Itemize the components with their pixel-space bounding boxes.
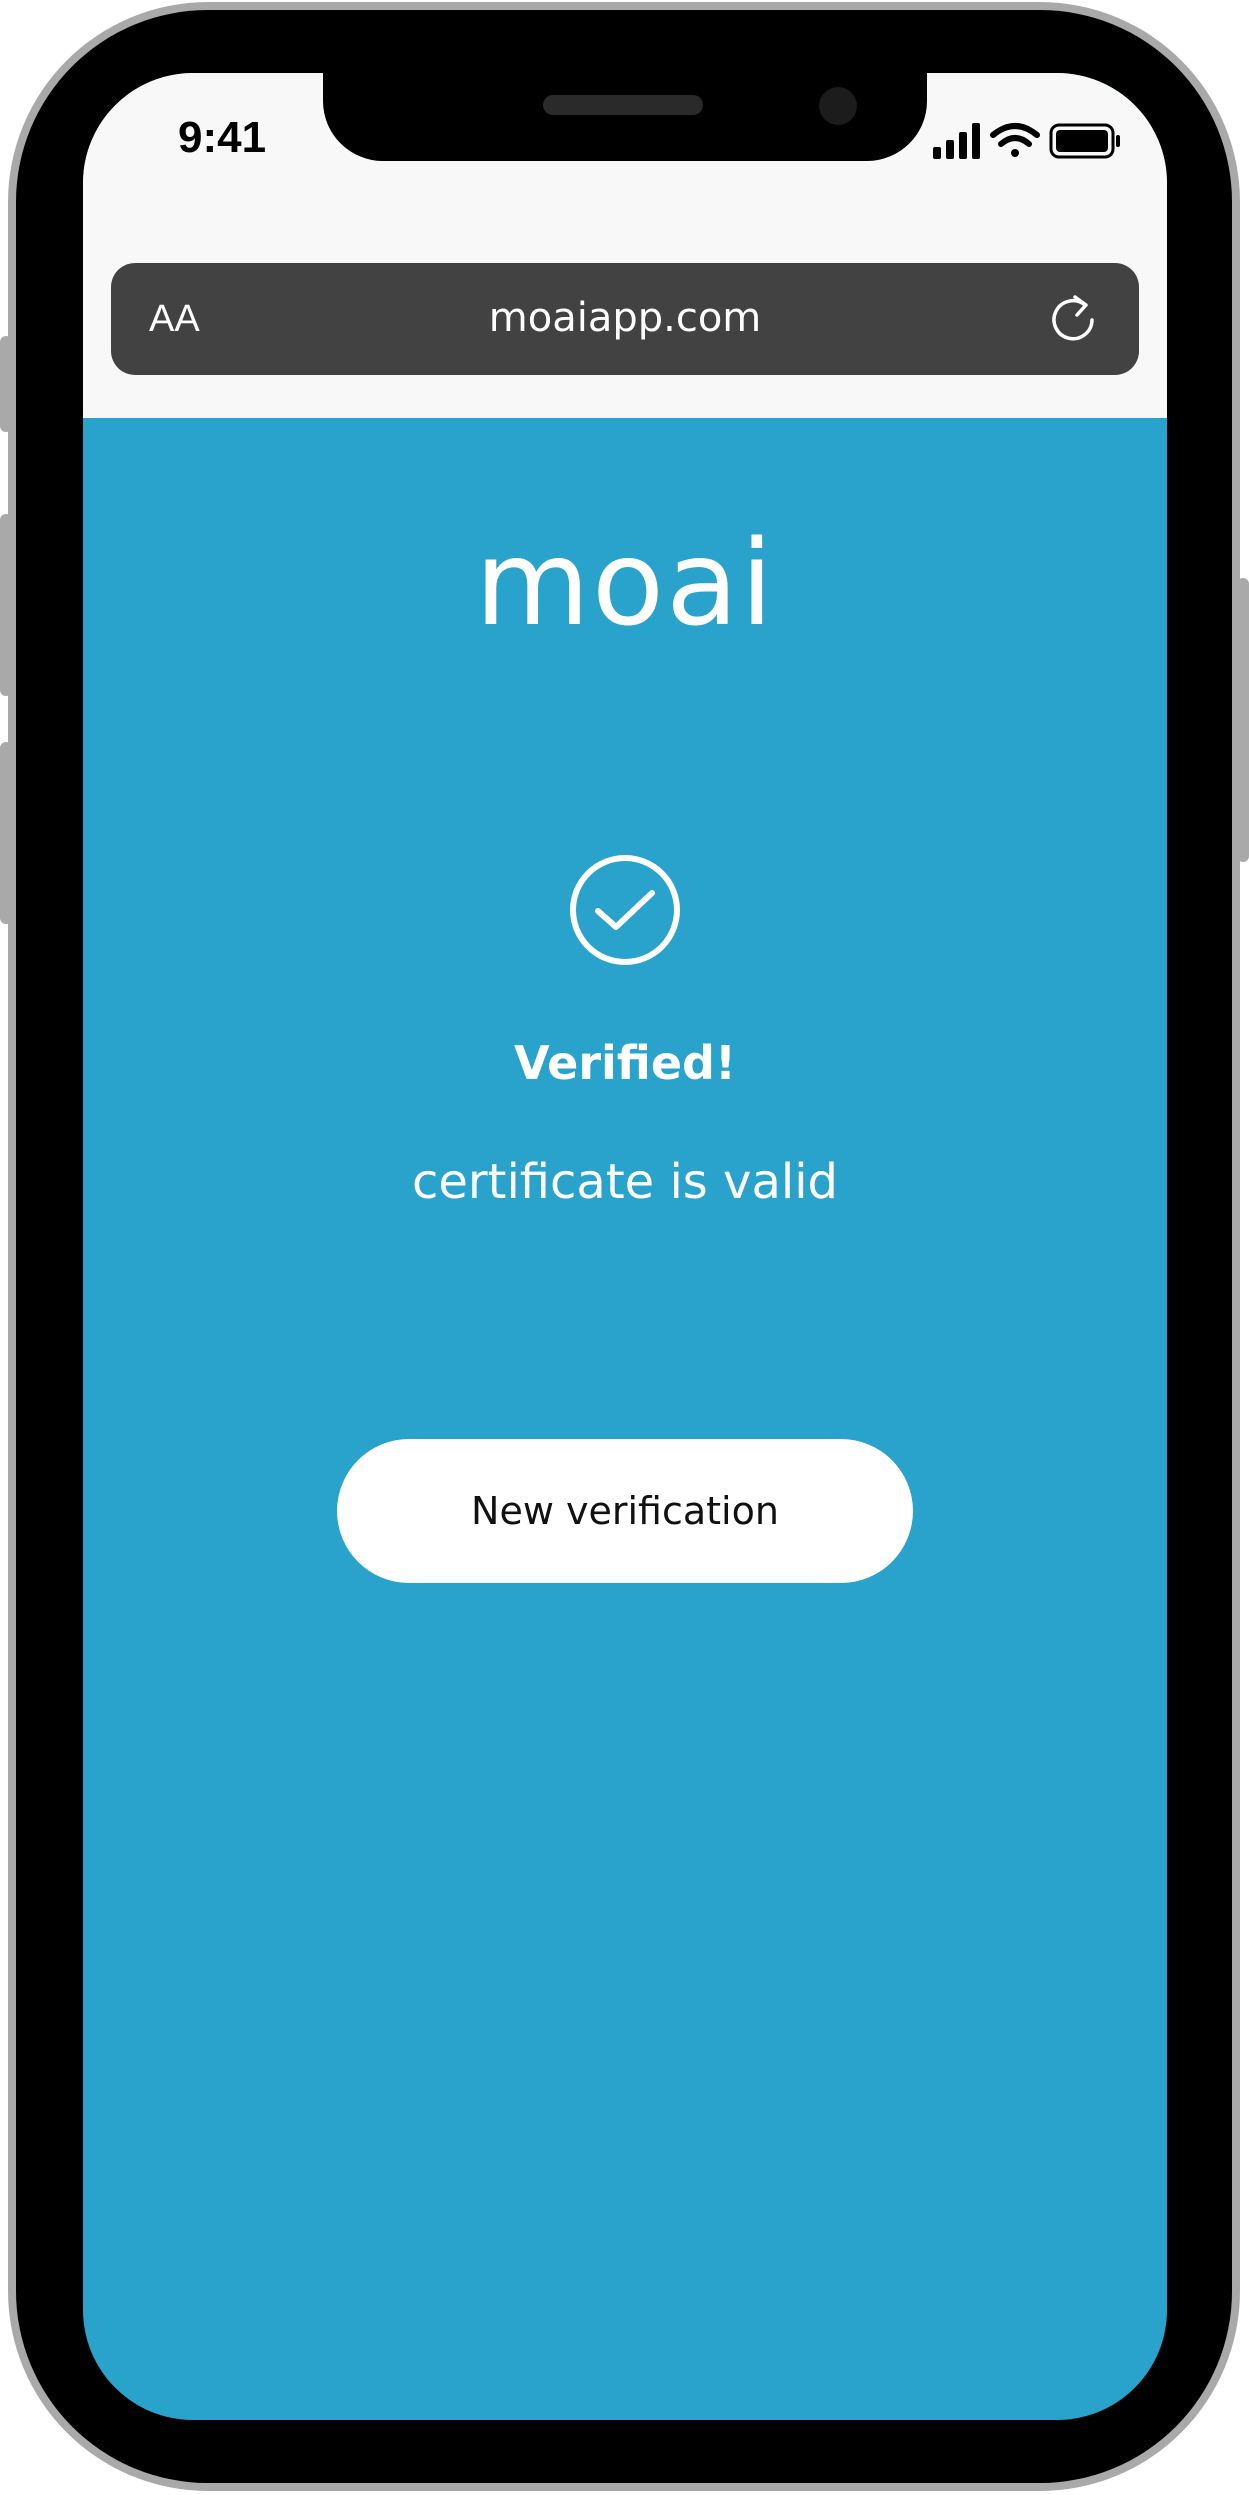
front-camera (819, 87, 857, 125)
speaker-grille (543, 95, 703, 115)
verified-title: Verified! (514, 1036, 736, 1090)
status-icons (931, 119, 1131, 163)
signal-icon (933, 123, 980, 159)
volume-down-button (0, 742, 12, 924)
status-icons-graphic (933, 123, 1120, 159)
browser-chrome: 9:41 AA moaiapp.com (83, 73, 1167, 418)
power-button (1237, 578, 1249, 862)
reload-icon (1052, 295, 1094, 341)
verified-subtitle: certificate is valid (411, 1154, 839, 1210)
battery-icon (1049, 123, 1120, 159)
address-bar[interactable]: AA moaiapp.com (111, 263, 1139, 375)
url-display[interactable]: moaiapp.com (111, 291, 1139, 345)
volume-up-button (0, 514, 12, 696)
new-verification-button[interactable]: New verification (337, 1439, 913, 1583)
reload-button[interactable] (1047, 293, 1101, 347)
wifi-icon (990, 123, 1040, 157)
check-circle-icon (568, 853, 682, 967)
moai-logo: moai (474, 514, 776, 652)
status-time: 9:41 (178, 113, 267, 162)
mute-switch (0, 336, 12, 432)
phone-screen: 9:41 AA moaiapp.com moai Verified! certi… (83, 73, 1167, 2420)
page: 9:41 AA moaiapp.com moai Verified! certi… (0, 0, 1249, 2495)
notch (323, 73, 927, 161)
